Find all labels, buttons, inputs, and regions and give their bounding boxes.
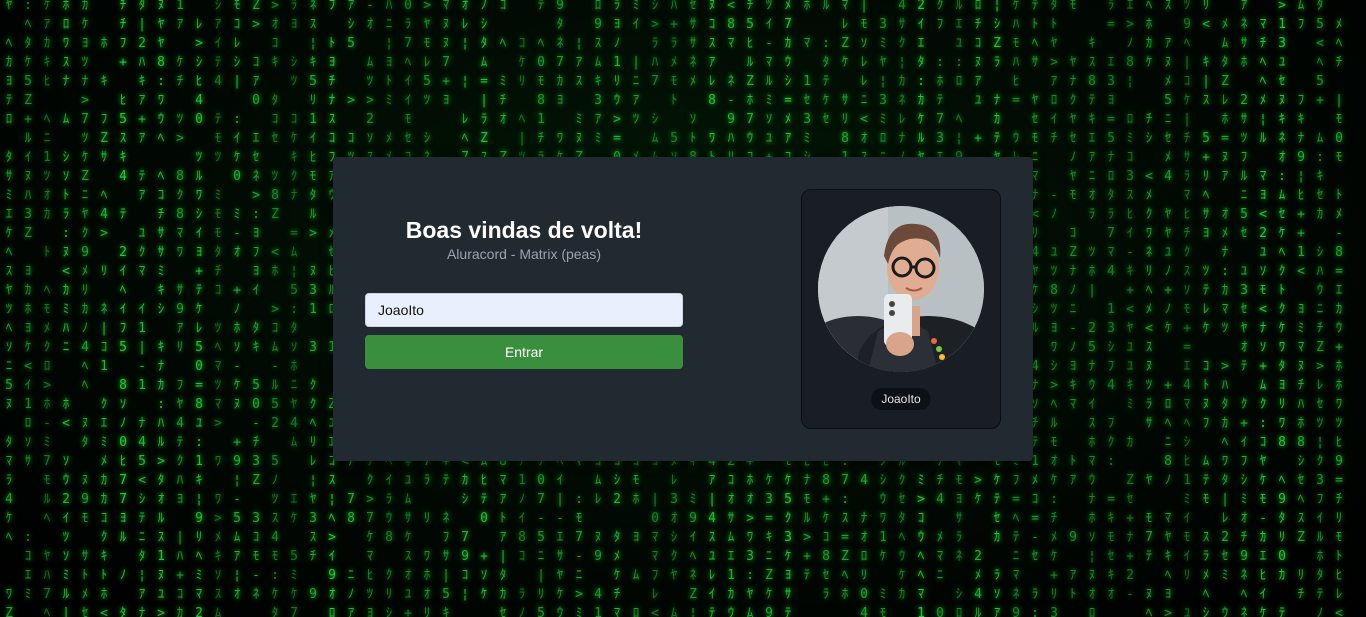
matrix-rain-column: ﾍ ﾎ ｶ ｹ ﾁ ｼ < ﾒ ｸ ﾜ ﾈ ﾘ ﾍ ﾒ < ｽ ﾇ ﾂ ﾗ ｻ …: [1145, 0, 1153, 617]
user-photo-icon: [818, 206, 984, 372]
matrix-rain-column: ﾀ ﾄ ﾔ > ｱ ﾛ ｲ ﾁ - ﾉ ﾕ ﾂ 8 ﾂ ﾖ ﾜ ｼ > ﾍ ﾙ …: [1050, 0, 1058, 617]
username-input[interactable]: [365, 293, 683, 327]
login-form: Boas vindas de volta! Aluracord - Matrix…: [365, 157, 683, 461]
avatar: [818, 206, 984, 372]
page-title: Boas vindas de volta!: [405, 217, 643, 243]
matrix-rain-column: ﾚ > ｼ ﾋ 4 0 ﾂ ﾙ ﾜ ｼ ｲ ﾖ + ﾃ ｹ ﾚ 5 0 = 8 …: [195, 17, 203, 617]
matrix-rain-column: ﾗ ﾖ ｼ ﾂ ｺ ｹ ｷ ｸ ﾅ = ﾑ ¦ 5 : ﾀ ｿ ﾎ ﾆ ﾔ 4 …: [290, 0, 298, 617]
matrix-rain-column: 1 ｱ ｹ ﾁ ﾂ > 8 ｸ 8 ﾏ ﾜ ｻ 9 ｱ ﾘ ﾌ ﾔ 4 ﾃ ｸ …: [176, 0, 184, 617]
matrix-rain-column: ﾑ ﾌ ﾌ ｷ ﾅ 9 ¦ ﾋ + + 1 < ﾖ ﾐ ﾏ ﾇ ﾁ ﾊ ﾎ 8 …: [1297, 0, 1305, 602]
matrix-rain-column: ﾎ ﾛ ﾜ ｽ ﾅ ﾑ ｼ ｿ ﾄ ﾗ : ﾇ < ｶ ﾐ ﾊ ﾆ ﾎ < ｿ …: [62, 0, 70, 617]
matrix-rain-column: ｶ ｹ ﾖ ﾂ ﾅ > 7 ﾂ ｹ Z ﾆ ﾔ ｸ 9 ﾒ ﾘ ｶ ﾉ 4 ﾍ …: [81, 0, 89, 617]
matrix-rain-column: ﾎ ｷ ﾌ Z ｻ ﾍ 4 > ﾘ ﾈ | ｺ 1 ｸ ｴ ﾐ ﾒ ｶ ｶ ｺ …: [100, 36, 108, 617]
matrix-rain-column: ﾓ ｺ ﾚ ｼ | : ｲ ｹ 0 ﾐ - ｵ + ﾉ ﾎ ｿ - ｹ ﾇ + …: [233, 0, 241, 602]
matrix-rain-column: ﾀ | 2 ﾊ ｷ ｱ + ｱ ﾃ ｱ ﾕ ｸ ﾏ ｲ 1 | - 1 ﾅ 4 …: [138, 0, 146, 617]
matrix-rain-column: ﾀ 5 < ﾍ 5 + ﾑ : ｷ ｾ ｶ ｼ ﾊ ｳ ﾆ ﾁ Z > ﾚ ｾ …: [1316, 0, 1324, 617]
matrix-rain-column: ﾗ = ｴ 3 ﾖ = 5 ﾅ ﾛ ﾀ ﾗ 7 ﾏ 4 1 3 ｼ ﾌ 4 ﾌ …: [1107, 0, 1115, 602]
matrix-rain-column: ﾓ ﾔ ﾅ ｸ ﾔ ｾ ﾉ ﾔ ﾓ ｺ Z ﾅ ﾉ ﾆ - ﾉ ﾖ ｷ ﾏ ﾄ …: [1069, 0, 1077, 602]
matrix-rain-column: ﾒ ﾍ ﾁ | ﾓ 0 ﾓ ﾄ ﾒ - 8 = ｴ ｶ ｳ + ﾎ ﾎ ﾜ ﾂ …: [1335, 17, 1343, 617]
matrix-rain-column: ｷ ｽ 8 ﾃ ｷ ｴ ｱ ﾆ ｵ ﾗ ﾂ ﾎ | 2 5 ﾅ ｳ ｲ ｽ ﾎ …: [1088, 36, 1096, 617]
matrix-rain-column: ｼ ｱ ｲ ﾃ 4 ﾃ ﾓ ﾂ ﾐ ﾓ ﾓ ﾀ ﾁ ｺ ﾂ ﾍ ﾏ ﾂ ﾏ > …: [214, 0, 222, 617]
matrix-rain-column: ﾈ ｽ ¦ ｷ 5 ﾘ 1 ｲ ﾋ ﾓ ﾀ ﾙ > ﾇ 3 1 3 ｸ ｸ ﾍ …: [309, 0, 317, 602]
matrix-rain-column: ｴ > ﾉ 8 ¦ ﾛ ﾐ ｺ 3 ｽ ﾋ ｲ - ｷ + < ﾔ ﾕ ﾕ ｷ …: [1126, 0, 1134, 602]
matrix-rain-column: ﾇ ﾔ ﾔ 8 : ﾜ ｳ ﾍ ﾍ ｺ ﾁ ｻ ｻ ﾐ ｷ ｼ ｷ ﾅ ｶ : …: [157, 0, 165, 617]
matrix-rain-column: ｹ ｱ ｶ ｷ ﾋ ﾍ ﾆ 1 ﾂ ｵ ｶ ﾄ ﾍ ﾓ ﾒ ｸ ﾛ > ﾎ - …: [43, 0, 51, 617]
login-card: Boas vindas de volta! Aluracord - Matrix…: [333, 157, 1033, 461]
matrix-rain-column: ﾒ ﾑ ﾀ Z ﾚ ﾎ = ﾇ ｱ ｵ ﾒ ﾅ : ｶ ﾏ ﾂ > ﾊ ﾀ ｶ …: [1221, 17, 1229, 617]
matrix-rain-column: ﾘ < ｷ | ｽ 5 + ﾘ ﾍ ｻ ﾖ ﾂ ﾃ ﾚ ｹ ｺ ﾄ ﾇ ﾌ ﾑ …: [1202, 0, 1210, 617]
matrix-rain-column: ｽ ｱ ﾇ ﾒ 5 ﾆ ｾ ﾒ 4 ﾔ ﾔ ﾕ ﾉ + ﾉ ｹ + ﾛ ﾍ ﾆ …: [1164, 0, 1172, 617]
matrix-rain-column: ﾂ 9 ﾍ | ｺ ｹ | ﾁ ｻ ﾗ ﾏ ﾋ ﾁ ｸ ｽ ｿ ﾓ + = ｴ …: [1183, 0, 1191, 617]
matrix-rain-column: : ﾍ ﾀ ｹ 5 Z + ﾙ ｲ ﾇ ﾊ 3 Z ﾖ ｶ ﾎ ﾖ ｹ < ｲ …: [24, 0, 32, 602]
matrix-rain-column: ﾁ ﾁ ﾌ + ﾋ 5 ｽ ｷ 4 ﾃ 2 ｲ ﾍ ｲ ﾌ 5 8 ｿ ﾉ 0 …: [119, 0, 127, 617]
matrix-rain-column: ﾔ ﾍ ｶ ﾖ ﾃ ﾛ ﾀ ｻ ﾐ ｴ ｹ ﾍ ｽ ﾔ ﾂ ﾍ ｿ ﾆ 5 ﾇ …: [5, 0, 13, 617]
matrix-rain-column: > ｵ ｺ ｷ ﾀ ｺ ｾ ﾂ 8 Z < ﾎ > ｺ ﾑ - ﾙ 5 2 5 …: [271, 0, 279, 617]
profile-photo-area: JoaoIto: [801, 189, 1001, 429]
submit-button[interactable]: Entrar: [365, 335, 683, 369]
matrix-rain-column: ｱ ﾈ ｻ ﾎ 2 ｻ ﾂ ﾌ ﾙ ﾆ 5 ｾ ﾕ 3 ｾ ﾔ ｵ ﾃ ｸ + …: [1240, 0, 1248, 617]
username-badge: JoaoIto: [871, 388, 931, 410]
matrix-rain-column: ﾏ ﾁ ﾍ ﾍ ﾒ ¦ ﾙ ﾏ ﾖ < 2 ﾕ ｿ ﾓ < ﾅ ｿ + ﾑ ｸ …: [1259, 17, 1267, 617]
matrix-rain-column: Z > ｺ ｱ 0 ｴ ｾ ﾈ > : ﾖ ﾌ ﾖ ｲ ﾀ ｷ 5 0 - ﾁ …: [252, 0, 260, 602]
matrix-rain-column: > 1 3 ﾕ ｾ ﾇ ｷ ﾈ ｵ : ﾑ ｾ ｹ ﾍ ｸ ﾄ ｸ ｹ ﾜ ﾀ …: [1278, 0, 1286, 617]
page-subtitle: Aluracord - Matrix (peas): [446, 246, 602, 262]
